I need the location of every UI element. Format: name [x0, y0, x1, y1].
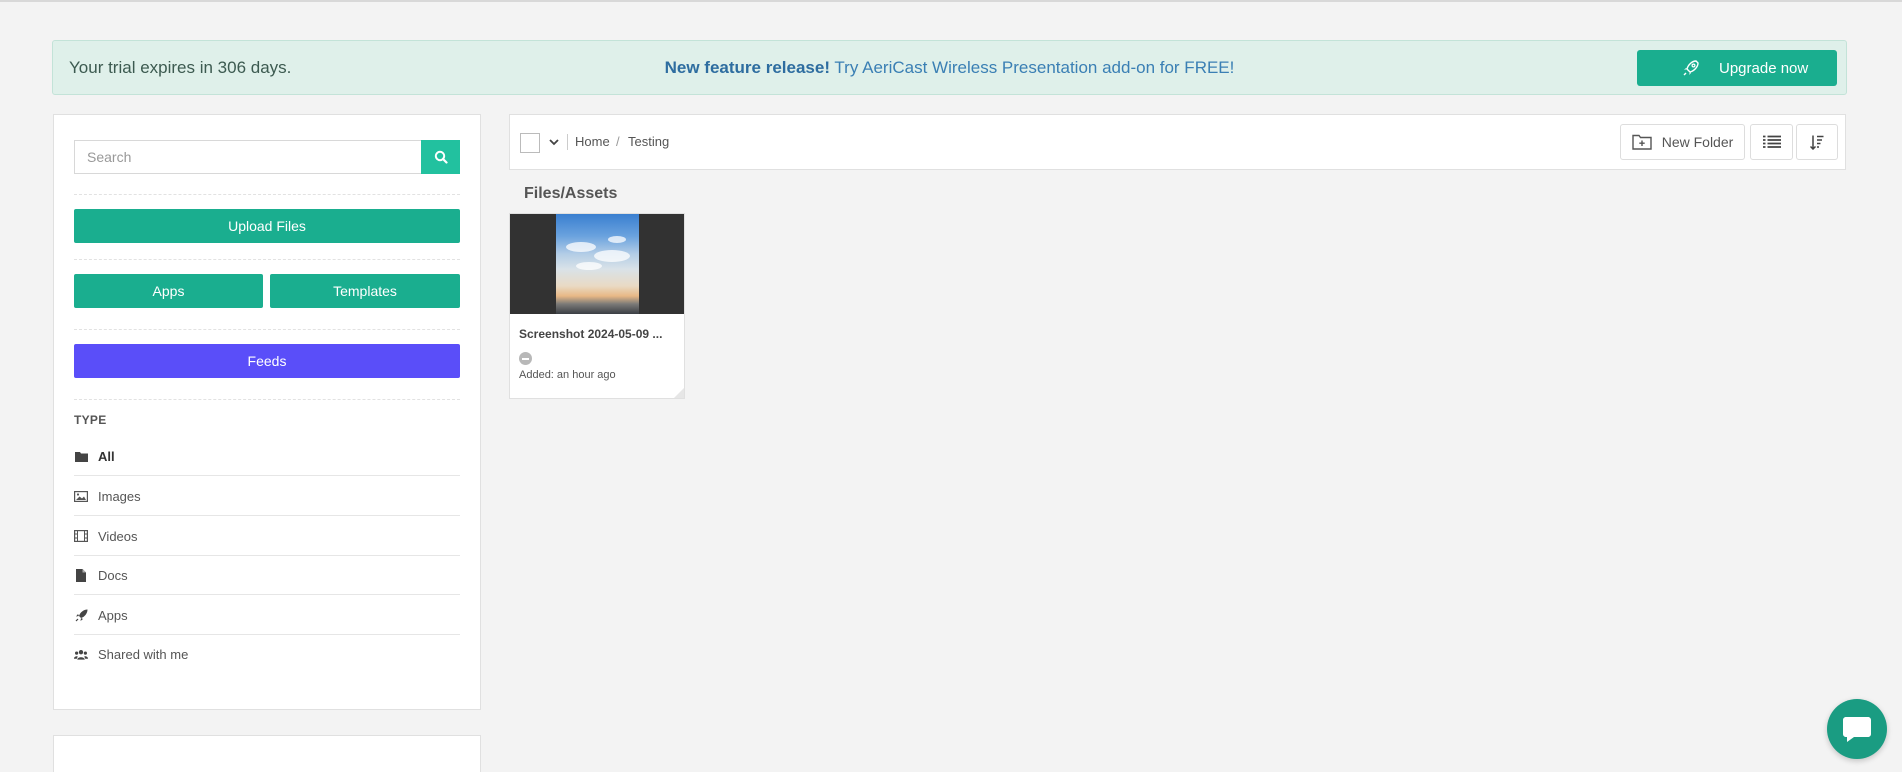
breadcrumb-home[interactable]: Home	[575, 134, 610, 149]
card-corner	[674, 388, 684, 398]
new-folder-label: New Folder	[1661, 134, 1734, 150]
film-icon	[74, 529, 88, 543]
upload-files-button[interactable]: Upload Files	[74, 209, 460, 243]
sort-button[interactable]	[1796, 124, 1838, 160]
type-filter-label: Docs	[98, 567, 128, 583]
divider	[74, 399, 460, 400]
rocket-icon	[74, 608, 88, 622]
feature-announcement-bold: New feature release!	[664, 58, 830, 77]
search-button[interactable]	[421, 140, 460, 174]
templates-button[interactable]: Templates	[270, 274, 460, 308]
type-filter-label: All	[98, 448, 115, 464]
type-filter-all[interactable]: All	[74, 437, 460, 476]
type-filter-label: Shared with me	[98, 647, 189, 662]
type-filter-videos[interactable]: Videos	[74, 517, 460, 556]
type-filter-label: Apps	[98, 607, 128, 623]
type-filter-label: Videos	[98, 528, 138, 544]
image-icon	[74, 489, 88, 503]
search-icon	[434, 150, 448, 164]
sort-icon	[1810, 135, 1824, 150]
document-icon	[74, 568, 88, 582]
rocket-icon	[1683, 60, 1699, 76]
upgrade-now-label: Upgrade now	[1719, 60, 1809, 77]
thumbnail-image	[556, 214, 639, 314]
file-name: Screenshot 2024-05-09 ...	[519, 327, 663, 341]
status-icon	[519, 352, 532, 365]
type-filter-apps[interactable]: Apps	[74, 596, 460, 635]
chevron-down-icon[interactable]	[548, 136, 560, 148]
file-added-time: Added: an hour ago	[519, 369, 616, 381]
divider	[74, 194, 460, 195]
apps-button[interactable]: Apps	[74, 274, 263, 308]
folder-plus-icon	[1632, 134, 1652, 150]
divider	[74, 329, 460, 330]
chat-bubble-icon	[1843, 717, 1871, 742]
type-filter-shared[interactable]: Shared with me	[74, 635, 460, 674]
breadcrumb-current: Testing	[628, 134, 670, 149]
chat-button[interactable]	[1827, 699, 1887, 759]
sidebar: Upload Files Apps Templates Feeds TYPE A…	[53, 114, 481, 710]
sidebar-secondary-panel	[53, 735, 481, 772]
type-filter-docs[interactable]: Docs	[74, 556, 460, 595]
file-thumbnail	[510, 214, 684, 314]
trial-expiry-text: Your trial expires in 306 days.	[69, 58, 292, 77]
breadcrumb-separator: /	[616, 134, 620, 149]
file-toolbar: Home / Testing New Folder	[509, 114, 1846, 170]
top-border	[0, 0, 1902, 2]
users-icon	[74, 648, 88, 662]
trial-banner: Your trial expires in 306 days. New feat…	[52, 40, 1847, 95]
folder-icon	[74, 449, 88, 463]
search-input[interactable]	[74, 140, 421, 174]
type-filter-label: Images	[98, 488, 141, 504]
select-all-checkbox[interactable]	[520, 133, 540, 153]
divider	[74, 259, 460, 260]
type-filter-heading: TYPE	[74, 413, 107, 427]
feature-announcement: New feature release! Try AeriCast Wirele…	[53, 58, 1846, 78]
file-card[interactable]: Screenshot 2024-05-09 ... Added: an hour…	[509, 213, 685, 399]
search-bar	[74, 140, 460, 174]
feeds-button[interactable]: Feeds	[74, 344, 460, 378]
breadcrumb-divider	[567, 134, 568, 150]
type-filter-images[interactable]: Images	[74, 477, 460, 516]
list-view-button[interactable]	[1750, 124, 1793, 160]
feature-announcement-text: Try AeriCast Wireless Presentation add-o…	[830, 58, 1235, 77]
upgrade-now-button[interactable]: Upgrade now	[1637, 50, 1837, 86]
list-icon	[1762, 135, 1781, 148]
section-title: Files/Assets	[524, 185, 618, 202]
new-folder-button[interactable]: New Folder	[1620, 124, 1745, 160]
